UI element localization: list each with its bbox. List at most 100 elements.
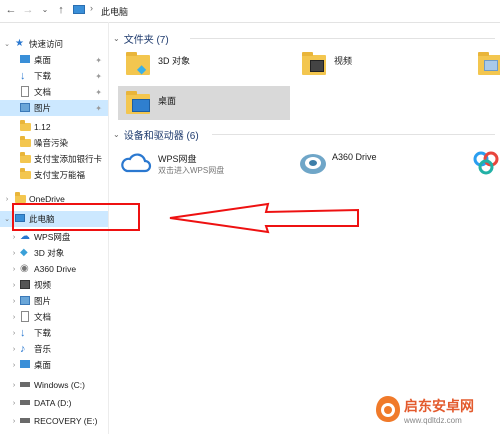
sidebar-item-label: 快速访问 — [29, 39, 64, 49]
device-tile-wps[interactable]: WPS网盘 双击进入WPS网盘 — [118, 146, 288, 180]
cloud-icon: ☁ — [20, 231, 30, 242]
network-icon — [473, 151, 499, 175]
devices-group-header[interactable]: ⌄ 设备和驱动器 (6) — [113, 127, 199, 142]
chevron-right-icon[interactable]: › — [10, 362, 18, 369]
desktop-icon — [132, 99, 150, 112]
chevron-down-icon[interactable]: ⌄ — [39, 4, 51, 16]
breadcrumb-separator: › — [90, 3, 93, 13]
back-arrow-icon[interactable]: ← — [5, 4, 17, 16]
sidebar-item-label: 1.12 — [34, 122, 51, 132]
group-title: 设备和驱动器 (6) — [123, 131, 199, 142]
sidebar-item-label: 桌面 — [34, 360, 52, 370]
sidebar-item-label: Windows (C:) — [34, 380, 86, 390]
cloud-icon — [121, 153, 152, 173]
sidebar-item-label: WPS网盘 — [34, 232, 71, 242]
sidebar-item-documents[interactable]: 文档 ✦ — [0, 84, 108, 100]
chevron-right-icon[interactable]: › — [10, 382, 18, 389]
desktop-icon — [20, 360, 30, 368]
sidebar-item-pictures[interactable]: 图片 ✦ — [0, 100, 108, 116]
pin-icon[interactable]: ✦ — [95, 72, 102, 81]
chevron-right-icon[interactable]: › — [10, 250, 18, 257]
tile-label: 3D 对象 — [158, 56, 191, 66]
chevron-right-icon[interactable]: › — [10, 282, 18, 289]
picture-icon — [20, 296, 30, 305]
folder-icon — [20, 168, 31, 179]
annotation-box — [12, 203, 140, 231]
chevron-right-icon[interactable]: › — [10, 418, 18, 425]
chevron-right-icon[interactable]: › — [10, 266, 18, 273]
chevron-right-icon[interactable]: › — [10, 346, 18, 353]
sidebar-item-folder[interactable]: 1.12 — [0, 119, 108, 135]
pin-icon[interactable]: ✦ — [95, 104, 102, 113]
a360-icon: ◉ — [20, 263, 29, 274]
tile-label: 视频 — [334, 56, 353, 66]
pin-icon[interactable]: ✦ — [95, 56, 102, 65]
sidebar-item-folder[interactable]: 支付宝万能福 — [0, 167, 108, 183]
chevron-right-icon[interactable]: › — [10, 314, 18, 321]
folder-tile-3d[interactable]: ◆ 3D 对象 — [120, 48, 270, 80]
chevron-right-icon[interactable]: › — [10, 330, 18, 337]
sidebar-item-documents[interactable]: › 文档 — [0, 309, 108, 325]
folder-icon — [15, 192, 26, 203]
sidebar-item-drive-d[interactable]: › DATA (D:) — [0, 395, 108, 411]
sidebar-item-3d[interactable]: › ◆ 3D 对象 — [0, 245, 108, 261]
tile-label: WPS网盘 — [158, 154, 197, 164]
desktop-icon — [20, 55, 30, 63]
folder-icon — [20, 120, 31, 131]
sidebar-item-label: 图片 — [34, 103, 52, 113]
sidebar-item-folder[interactable]: 支付宝添加银行卡 — [0, 151, 108, 167]
breadcrumb[interactable]: 此电脑 — [101, 5, 128, 18]
sidebar-item-desktop[interactable]: › 桌面 — [0, 357, 108, 373]
address-bar: ← → ⌄ ↑ › 此电脑 — [0, 0, 500, 23]
sidebar-item-folder[interactable]: 噪音污染 — [0, 135, 108, 151]
sidebar-item-quick-access[interactable]: ⌄ ★ 快速访问 — [0, 36, 108, 52]
sidebar-item-label: A360 Drive — [34, 264, 77, 274]
sidebar-item-drive-c[interactable]: › Windows (C:) — [0, 377, 108, 393]
sidebar-item-desktop[interactable]: 桌面 ✦ — [0, 52, 108, 68]
film-icon — [310, 60, 324, 72]
watermark-logo — [376, 396, 400, 422]
forward-arrow-icon[interactable]: → — [22, 4, 34, 16]
chevron-down-icon[interactable]: ⌄ — [113, 130, 120, 139]
up-arrow-icon[interactable]: ↑ — [55, 4, 67, 16]
folders-group-header[interactable]: ⌄ 文件夹 (7) — [113, 31, 169, 46]
sidebar-item-label: 音乐 — [34, 344, 52, 354]
cube-icon: ◆ — [20, 247, 28, 258]
sidebar-item-a360[interactable]: › ◉ A360 Drive — [0, 261, 108, 277]
chevron-down-icon[interactable]: ⌄ — [3, 40, 11, 48]
divider — [190, 38, 495, 39]
chevron-down-icon[interactable]: ⌄ — [113, 34, 120, 43]
sidebar-item-music[interactable]: › ♪ 音乐 — [0, 341, 108, 357]
folder-tile-desktop[interactable]: 桌面 — [118, 86, 290, 120]
download-icon: ↓ — [20, 70, 26, 82]
group-title: 文件夹 (7) — [123, 35, 169, 46]
chevron-down-icon[interactable]: ⌄ — [3, 215, 11, 223]
sidebar-item-label: 视频 — [34, 280, 52, 290]
sidebar-item-wps[interactable]: › ☁ WPS网盘 — [0, 229, 108, 245]
cube-icon: ◆ — [137, 62, 147, 76]
chevron-right-icon[interactable]: › — [10, 400, 18, 407]
pin-icon[interactable]: ✦ — [95, 88, 102, 97]
sidebar-item-pictures[interactable]: › 图片 — [0, 293, 108, 309]
device-tile-baidu[interactable] — [470, 146, 500, 180]
folder-tile-pictures[interactable] — [474, 48, 500, 80]
folder-tile-videos[interactable]: 视频 — [296, 48, 446, 80]
sidebar-item-downloads[interactable]: › ↓ 下载 — [0, 325, 108, 341]
document-icon — [21, 311, 29, 322]
sidebar-item-label: 3D 对象 — [34, 248, 65, 258]
sidebar-item-label: 图片 — [34, 296, 52, 306]
sidebar-item-videos[interactable]: › 视频 — [0, 277, 108, 293]
folder-icon — [20, 136, 31, 147]
watermark-text: 启东安卓网 — [404, 398, 474, 414]
document-icon — [21, 86, 29, 97]
sidebar-item-downloads[interactable]: ↓ 下载 ✦ — [0, 68, 108, 84]
chevron-right-icon[interactable]: › — [3, 196, 11, 203]
drive-icon — [20, 418, 30, 423]
chevron-right-icon[interactable]: › — [10, 298, 18, 305]
sidebar-item-label: 桌面 — [34, 55, 52, 65]
sidebar-item-drive-e[interactable]: › RECOVERY (E:) — [0, 413, 108, 429]
chevron-right-icon[interactable]: › — [10, 234, 18, 241]
sidebar-item-label: 噪音污染 — [34, 138, 69, 148]
star-icon: ★ — [15, 38, 24, 49]
device-tile-a360[interactable]: A360 Drive — [296, 146, 446, 180]
